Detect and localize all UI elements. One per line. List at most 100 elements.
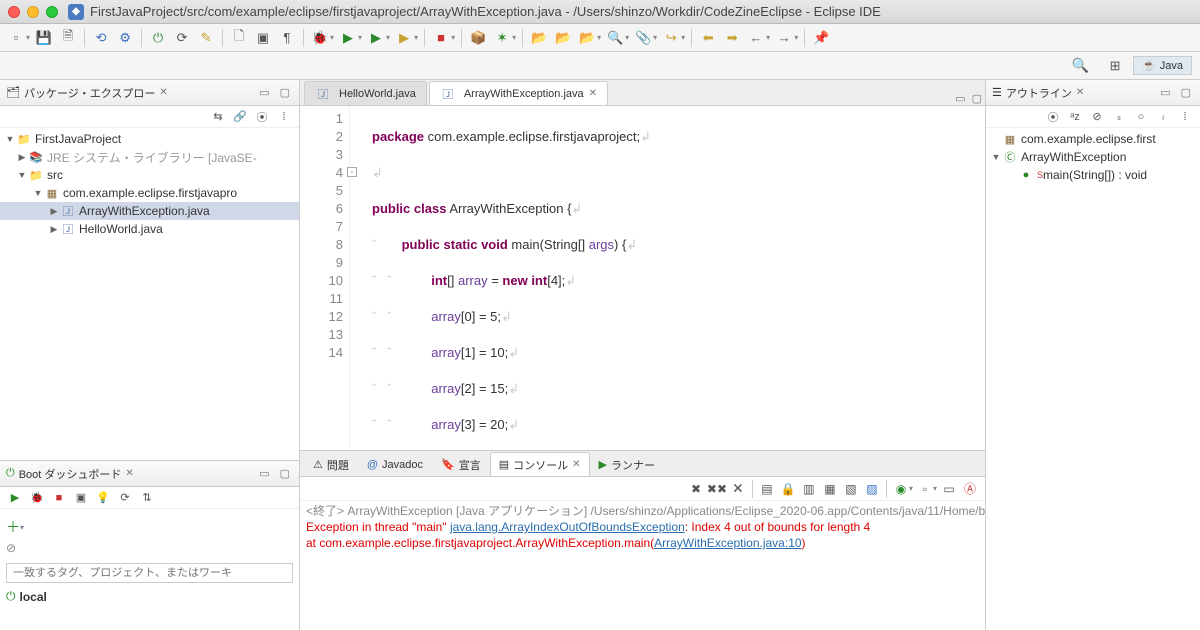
open-perspective-button[interactable]: ⊞ [1105,56,1125,76]
remove-launch-button[interactable]: 🗙 [729,480,747,498]
save-button[interactable]: 💾 [34,28,54,48]
minimize-view-button[interactable]: ▭ [256,86,272,99]
zoom-window-button[interactable] [46,6,58,18]
boot-debug-button[interactable]: 🐞 [28,489,46,507]
skip-breakpoints-button[interactable]: ✎ [196,28,216,48]
close-console-icon[interactable]: ✕ [572,459,580,470]
close-window-button[interactable] [8,6,20,18]
coverage-button[interactable]: ▶ [366,28,386,48]
annotation-button[interactable]: 📎 [633,28,653,48]
new-console-button[interactable]: ▫ [916,480,934,498]
console-menu-button[interactable]: Ⓐ [961,480,979,498]
terminate-button[interactable]: ✖ [687,480,705,498]
focus-button[interactable]: ⦿ [1044,108,1062,126]
minimize-outline-button[interactable]: ▭ [1157,86,1173,99]
maximize-boot-button[interactable]: ▢ [277,467,293,480]
pin-console-button[interactable]: ▦ [821,480,839,498]
clear-console-button[interactable]: ▤ [758,480,776,498]
package-node[interactable]: ▼▦com.example.eclipse.firstjavapro [0,184,299,202]
back-button[interactable]: ⬅ [698,28,718,48]
exception-link[interactable]: java.lang.ArrayIndexOutOfBoundsException [450,520,685,534]
show-console-button[interactable]: ▨ [863,480,881,498]
open-type-button[interactable]: 📂 [529,28,549,48]
boot-filter-input[interactable] [6,563,293,583]
minimize-boot-button[interactable]: ▭ [256,467,272,480]
hide-local-button[interactable]: ₗ [1154,108,1172,126]
debug-button[interactable]: 🐞 [310,28,330,48]
tab-helloworld[interactable]: 🄹HelloWorld.java [304,81,427,105]
stacktrace-link[interactable]: ArrayWithException.java:10 [654,536,801,550]
minimize-editor-button[interactable]: ▭ [952,92,968,105]
boot-console-button[interactable]: 💡 [94,489,112,507]
package-explorer-tree[interactable]: ▼📁FirstJavaProject ▶📚JRE システム・ライブラリー [Ja… [0,128,299,460]
run-last-button[interactable]: ▶ [394,28,414,48]
console-output[interactable]: <終了> ArrayWithException [Java アプリケーション] … [300,501,985,630]
tab-arraywithexception[interactable]: 🄹ArrayWithException.java ✕ [429,81,608,105]
file-arraywithexception[interactable]: ▶🄹ArrayWithException.java [0,202,299,220]
boot-open-button[interactable]: ▣ [72,489,90,507]
new-java-button[interactable]: 🗋 [229,28,249,48]
close-view-icon[interactable]: ✕ [159,87,167,98]
forward-history-button[interactable]: → [774,28,794,48]
boot-stop-button[interactable]: ■ [50,489,68,507]
boot-filter-button[interactable]: ⇅ [138,489,156,507]
boot-local-label[interactable]: local [20,590,47,604]
run-button[interactable]: ▶ [338,28,358,48]
tab-problems[interactable]: ⚠問題 [304,452,358,476]
open-resource-button[interactable]: 📂 [577,28,597,48]
boot-refresh-button[interactable]: ⟳ [116,489,134,507]
display-console-button[interactable]: ▧ [842,480,860,498]
sort-button[interactable]: ᵃz [1066,108,1084,126]
new-class-button[interactable]: ¶ [277,28,297,48]
fold-icon[interactable]: - [347,167,357,177]
outline-package[interactable]: ▦com.example.eclipse.first [986,130,1200,148]
next-annotation-button[interactable]: ↪ [661,28,681,48]
stop-button[interactable]: ■ [431,28,451,48]
settings-button[interactable]: ⚙ [115,28,135,48]
boot-start-button[interactable]: ▶ [6,489,24,507]
focus-task-button[interactable]: ⦿ [253,108,271,126]
tab-runner[interactable]: ▶ランナー [590,452,664,476]
jre-library-node[interactable]: ▶📚JRE システム・ライブラリー [JavaSE- [0,148,299,166]
outline-tree[interactable]: ▦com.example.eclipse.first ▼ⒸArrayWithEx… [986,128,1200,630]
forward-button[interactable]: ➡ [722,28,742,48]
sync-button[interactable]: ⟲ [91,28,111,48]
relaunch-button[interactable]: ⟳ [172,28,192,48]
view-menu-button[interactable]: ⁞ [275,108,293,126]
outline-class[interactable]: ▼ⒸArrayWithException [986,148,1200,166]
min-console-button[interactable]: ▭ [940,480,958,498]
maximize-view-button[interactable]: ▢ [277,86,293,99]
boot-run-button[interactable]: ⏻ [148,28,168,48]
pin-button[interactable]: 📌 [811,28,831,48]
new-project-button[interactable]: 📦 [468,28,488,48]
link-editor-button[interactable]: 🔗 [231,108,249,126]
outline-method-main[interactable]: ●S main(String[]) : void [986,166,1200,184]
maximize-outline-button[interactable]: ▢ [1178,86,1194,99]
add-icon[interactable]: ＋ [6,517,20,537]
code-editor[interactable]: 1 2 3 4- 5 6 7 8 9 10 11 12 13 14 packag… [300,106,985,450]
maximize-editor-button[interactable]: ▢ [969,92,985,105]
tags-icon[interactable]: ⊘ [6,541,16,555]
hide-fields-button[interactable]: ⊘ [1088,108,1106,126]
quick-access-icon[interactable]: 🔍 [1072,57,1089,74]
java-perspective-button[interactable]: ☕ Java [1133,56,1192,75]
collapse-all-button[interactable]: ⇆ [209,108,227,126]
hide-nonpublic-button[interactable]: ○ [1132,108,1150,126]
close-outline-icon[interactable]: ✕ [1076,87,1084,98]
tab-declaration[interactable]: 🔖宣言 [432,452,490,476]
terminate-all-button[interactable]: ✖✖ [708,480,726,498]
src-folder-node[interactable]: ▼📁src [0,166,299,184]
project-node[interactable]: ▼📁FirstJavaProject [0,130,299,148]
file-helloworld[interactable]: ▶🄹HelloWorld.java [0,220,299,238]
close-tab-icon[interactable]: ✕ [589,88,597,99]
new-package-button[interactable]: ▣ [253,28,273,48]
back-history-button[interactable]: ← [746,28,766,48]
save-all-button[interactable]: 🗎 [58,28,78,48]
new-plugin-button[interactable]: ✶ [492,28,512,48]
tab-console[interactable]: ▤コンソール ✕ [490,452,590,476]
hide-static-button[interactable]: ₛ [1110,108,1128,126]
new-button[interactable]: ▫ [6,28,26,48]
close-boot-icon[interactable]: ✕ [125,468,133,479]
scroll-lock-button[interactable]: 🔒 [779,480,797,498]
minimize-window-button[interactable] [27,6,39,18]
